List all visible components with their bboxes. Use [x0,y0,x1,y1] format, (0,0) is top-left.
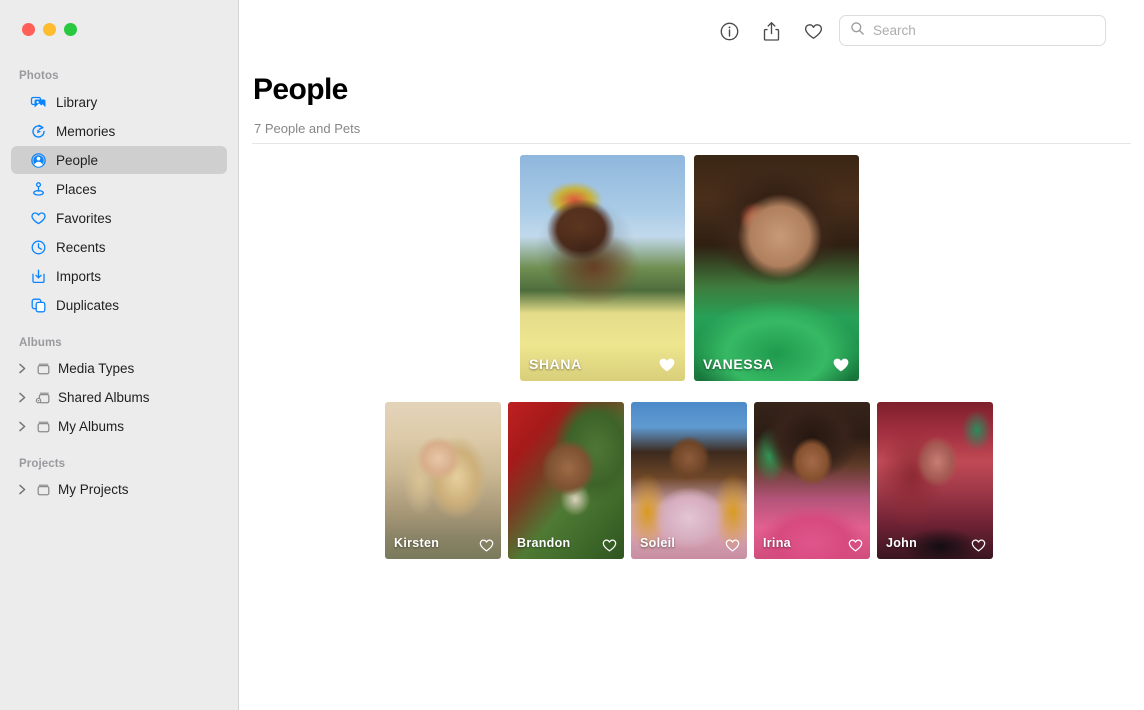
sidebar-item-recents[interactable]: Recents [11,233,227,261]
sidebar-item-label: My Projects [58,482,129,497]
duplicates-icon [30,297,47,314]
import-icon [30,268,47,285]
memories-icon [30,123,47,140]
toolbar: Search [239,0,1144,60]
chevron-right-icon[interactable] [16,420,29,433]
minimize-button[interactable] [43,23,56,36]
sidebar-item-label: Library [56,95,97,110]
person-card[interactable]: SHANA [520,155,685,381]
sidebar-item-label: Recents [56,240,106,255]
sidebar-item-imports[interactable]: Imports [11,262,227,290]
sidebar-item-label: Imports [56,269,101,284]
sidebar-item-people[interactable]: People [11,146,227,174]
person-name: John [886,536,917,550]
places-icon [30,181,47,198]
chevron-right-icon[interactable] [16,483,29,496]
sidebar-item-label: Duplicates [56,298,119,313]
section-header-photos: Photos [0,64,238,87]
sidebar-item-label: Media Types [58,361,134,376]
section-header-projects: Projects [0,441,238,475]
people-grid: SHANA VANESSA Kirsten [239,144,1144,710]
sidebar-item-memories[interactable]: Memories [11,117,227,145]
toolbar-buttons [718,20,825,43]
sidebar-item-shared-albums[interactable]: Shared Albums [11,383,227,412]
heart-icon [30,210,47,227]
favorite-heart-icon[interactable] [602,538,617,553]
people-count-subtitle: 7 People and Pets [254,121,360,136]
person-photo [694,155,859,381]
album-icon [35,418,52,435]
sidebar-item-label: Places [56,182,97,197]
favorite-heart-icon[interactable] [832,356,850,374]
favorite-heart-icon[interactable] [848,538,863,553]
people-icon [30,152,47,169]
person-card[interactable]: Brandon [508,402,624,559]
person-card[interactable]: Irina [754,402,870,559]
search-icon [850,21,865,41]
chevron-right-icon[interactable] [16,362,29,375]
sidebar-item-label: Shared Albums [58,390,150,405]
person-card[interactable]: John [877,402,993,559]
favorite-heart-icon[interactable] [971,538,986,553]
sidebar-item-label: Memories [56,124,115,139]
favorite-heart-icon[interactable] [658,356,676,374]
shared-album-icon [35,389,52,406]
library-icon [30,94,47,111]
person-photo [520,155,685,381]
person-card[interactable]: VANESSA [694,155,859,381]
share-button[interactable] [760,20,783,43]
close-button[interactable] [22,23,35,36]
favorite-button[interactable] [802,20,825,43]
sidebar-item-places[interactable]: Places [11,175,227,203]
page-title: People [253,73,348,107]
sidebar-scroll-area[interactable]: Photos Library [0,64,238,710]
sidebar-item-label: My Albums [58,419,124,434]
person-name: VANESSA [703,356,774,372]
person-name: Kirsten [394,536,439,550]
section-header-albums: Albums [0,320,238,354]
sidebar-item-my-albums[interactable]: My Albums [11,412,227,441]
sidebar-item-label: Favorites [56,211,112,226]
sidebar-item-favorites[interactable]: Favorites [11,204,227,232]
main-content: Search People 7 People and Pets SHANA VA… [239,0,1144,710]
favorite-heart-icon[interactable] [479,538,494,553]
window-controls [22,23,77,36]
zoom-button[interactable] [64,23,77,36]
favorite-heart-icon[interactable] [725,538,740,553]
sidebar-item-label: People [56,153,98,168]
info-button[interactable] [718,20,741,43]
album-icon [35,360,52,377]
sidebar: Photos Library [0,0,239,710]
person-card[interactable]: Soleil [631,402,747,559]
chevron-right-icon[interactable] [16,391,29,404]
sidebar-item-my-projects[interactable]: My Projects [11,475,227,504]
person-name: Soleil [640,536,675,550]
person-name: Brandon [517,536,571,550]
clock-icon [30,239,47,256]
album-icon [35,481,52,498]
search-input[interactable]: Search [873,23,916,38]
search-field[interactable]: Search [839,15,1106,46]
sidebar-item-media-types[interactable]: Media Types [11,354,227,383]
sidebar-item-library[interactable]: Library [11,88,227,116]
person-name: Irina [763,536,791,550]
person-name: SHANA [529,356,582,372]
sidebar-item-duplicates[interactable]: Duplicates [11,291,227,319]
person-card[interactable]: Kirsten [385,402,501,559]
photos-app-window: Photos Library [0,0,1144,710]
